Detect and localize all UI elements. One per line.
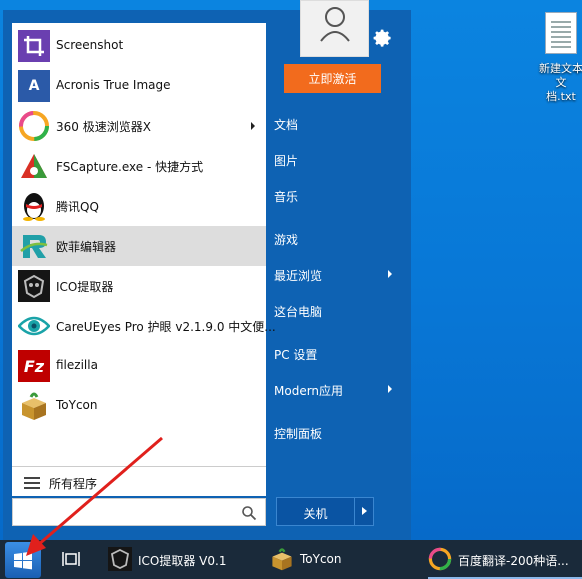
user-icon xyxy=(320,7,350,42)
taskbar: ICO提取器 V0.1 ToYcon 百度翻译-200种语... xyxy=(0,540,582,579)
gear-icon[interactable] xyxy=(370,26,394,50)
browser-360-icon xyxy=(428,547,452,571)
place-label: 控制面板 xyxy=(274,427,323,441)
app-label: 360 极速浏览器X xyxy=(56,120,151,134)
all-programs-label: 所有程序 xyxy=(49,477,98,491)
crop-icon xyxy=(18,30,50,62)
app-item-toycon[interactable]: ToYcon xyxy=(12,386,266,426)
place-this-pc[interactable]: 这台电脑 xyxy=(274,295,400,325)
all-programs-button[interactable]: 所有程序 xyxy=(12,466,266,496)
start-menu: Screenshot A Acronis True Image 360 极速浏览… xyxy=(3,0,411,540)
place-label: Modern应用 xyxy=(274,384,344,398)
shutdown-options-arrow-icon[interactable] xyxy=(354,498,374,525)
search-icon[interactable] xyxy=(241,505,257,521)
app-label: Acronis True Image xyxy=(56,78,171,92)
toycon-box-icon xyxy=(18,390,50,422)
place-modern-apps[interactable]: Modern应用 xyxy=(274,374,400,404)
submenu-arrow-icon xyxy=(251,122,255,130)
task-view-icon[interactable] xyxy=(62,551,80,567)
ico-extractor-icon xyxy=(18,270,50,302)
place-label: 音乐 xyxy=(274,190,299,204)
taskbar-item-baidu-translate[interactable]: 百度翻译-200种语... xyxy=(428,540,582,579)
shutdown-button[interactable]: 关机 xyxy=(276,497,374,526)
taskbar-item-label: 百度翻译-200种语... xyxy=(458,554,569,568)
windows-logo-icon xyxy=(14,551,32,570)
place-label: 最近浏览 xyxy=(274,269,323,283)
app-label: 腾讯QQ xyxy=(56,200,99,214)
shutdown-label: 关机 xyxy=(303,507,328,521)
user-avatar[interactable] xyxy=(300,0,369,57)
desktop-file-txt[interactable]: 新建文本文 档.txt xyxy=(536,12,582,104)
qq-penguin-icon xyxy=(18,190,50,222)
place-games[interactable]: 游戏 xyxy=(274,223,400,253)
place-recent[interactable]: 最近浏览 xyxy=(274,259,400,289)
taskbar-item-label: ToYcon xyxy=(300,552,342,566)
submenu-arrow-icon xyxy=(388,270,392,278)
app-item-ofei-editor[interactable]: 欧菲编辑器 xyxy=(12,226,266,266)
apps-list: Screenshot A Acronis True Image 360 极速浏览… xyxy=(12,23,276,496)
app-label: FSCapture.exe - 快捷方式 xyxy=(56,160,204,174)
app-item-screenshot[interactable]: Screenshot xyxy=(12,26,266,66)
taskbar-item-ico-extractor[interactable]: ICO提取器 V0.1 xyxy=(108,540,258,579)
toycon-box-icon xyxy=(272,548,292,571)
submenu-arrow-icon xyxy=(388,385,392,393)
app-label: Screenshot xyxy=(56,38,124,52)
place-pc-settings[interactable]: PC 设置 xyxy=(274,338,400,368)
place-pictures[interactable]: 图片 xyxy=(274,144,400,174)
place-music[interactable]: 音乐 xyxy=(274,180,400,210)
app-label: CareUEyes Pro 护眼 v2.1.9.0 中文便... xyxy=(56,320,276,334)
app-item-360-browser[interactable]: 360 极速浏览器X xyxy=(12,106,266,146)
place-documents[interactable]: 文档 xyxy=(274,108,400,138)
start-button[interactable] xyxy=(5,542,41,578)
app-label: filezilla xyxy=(56,358,98,372)
place-label: 图片 xyxy=(274,154,299,168)
app-label: ToYcon xyxy=(56,398,98,412)
app-item-careueyes[interactable]: CareUEyes Pro 护眼 v2.1.9.0 中文便... xyxy=(12,306,276,346)
desktop-file-label: 新建文本文 档.txt xyxy=(539,62,582,103)
place-label: 文档 xyxy=(274,118,299,132)
activate-button[interactable]: 立即激活 xyxy=(284,64,381,93)
app-item-fscapture[interactable]: FSCapture.exe - 快捷方式 xyxy=(12,146,266,186)
app-item-qq[interactable]: 腾讯QQ xyxy=(12,186,266,226)
place-control-panel[interactable]: 控制面板 xyxy=(274,417,400,447)
app-item-acronis[interactable]: A Acronis True Image xyxy=(12,66,266,106)
app-item-filezilla[interactable]: Fz filezilla xyxy=(12,346,266,386)
search-input[interactable] xyxy=(12,498,266,526)
eye-icon xyxy=(18,310,50,342)
ico-extractor-icon xyxy=(108,547,132,571)
ofei-editor-icon xyxy=(18,230,50,262)
place-label: PC 设置 xyxy=(274,348,318,362)
text-file-icon xyxy=(545,12,577,54)
app-label: 欧菲编辑器 xyxy=(56,240,117,254)
hamburger-icon xyxy=(24,477,40,479)
app-item-ico-extractor[interactable]: ICO提取器 xyxy=(12,266,266,306)
app-label: ICO提取器 xyxy=(56,280,114,294)
browser-360-icon xyxy=(18,110,50,142)
taskbar-item-toycon[interactable]: ToYcon xyxy=(270,540,420,579)
taskbar-item-label: ICO提取器 V0.1 xyxy=(138,554,227,568)
place-label: 游戏 xyxy=(274,233,299,247)
place-label: 这台电脑 xyxy=(274,305,323,319)
fscapture-icon xyxy=(18,150,50,182)
acronis-icon: A xyxy=(18,70,50,102)
filezilla-icon: Fz xyxy=(18,350,50,382)
